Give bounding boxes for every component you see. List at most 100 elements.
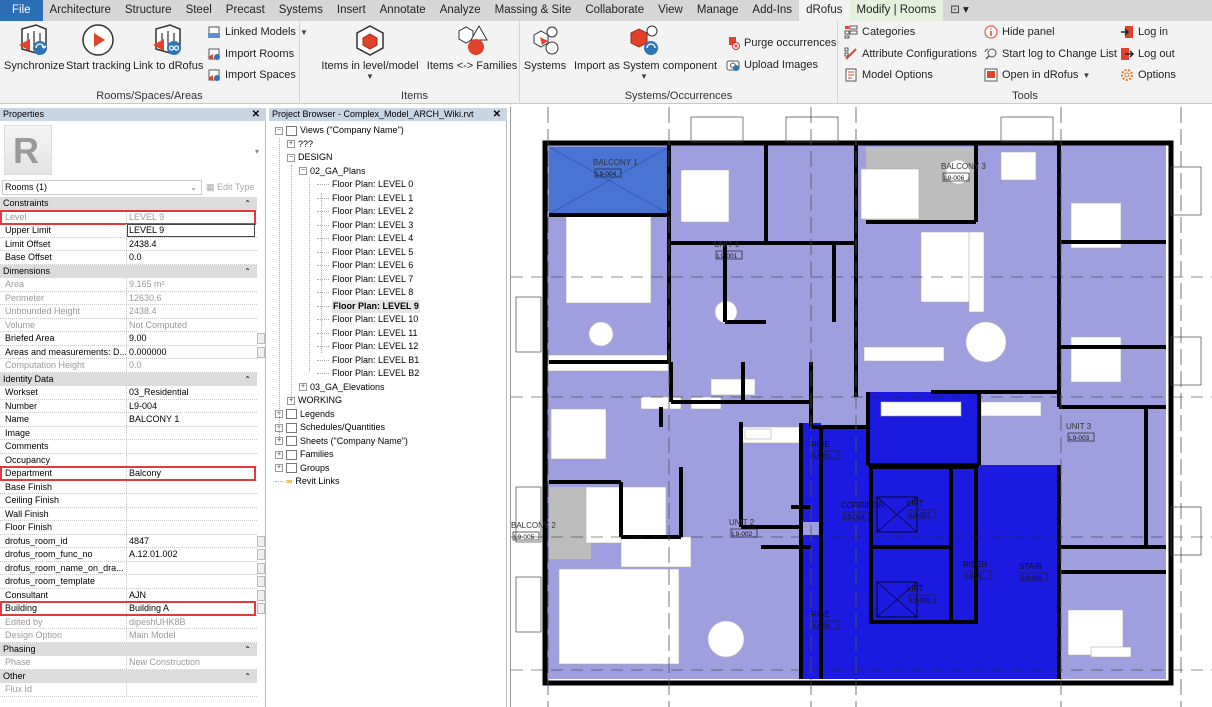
property-side-button[interactable] [257, 589, 265, 601]
tab-annotate[interactable]: Annotate [373, 0, 433, 21]
tab-modify-rooms[interactable]: Modify | Rooms [849, 0, 944, 21]
import-system-component-button[interactable]: Import as System component ▼ [574, 23, 717, 81]
browser-node[interactable]: Floor Plan: LEVEL 1 [317, 192, 413, 205]
upload-images-button[interactable]: Upload Images [726, 58, 818, 72]
browser-node[interactable]: + Families [275, 448, 334, 461]
floor-plan-drawing[interactable]: BALCONY 1 L9-004 BALCONY 3 L9-006 UNIT 1 L9-0… [511, 107, 1212, 707]
attribute-configurations-button[interactable]: Attribute Configurations [844, 47, 977, 61]
close-icon[interactable]: ✕ [252, 108, 260, 121]
property-value[interactable]: L9-004 [127, 400, 257, 413]
close-icon[interactable]: ✕ [493, 108, 501, 121]
tab-systems[interactable]: Systems [272, 0, 330, 21]
property-value[interactable] [127, 521, 257, 534]
property-group-dimensions[interactable]: Dimensions ⌃ [0, 264, 257, 278]
expand-icon[interactable]: + [275, 464, 283, 472]
browser-node[interactable]: Floor Plan: LEVEL 9 [317, 299, 420, 313]
property-value[interactable]: LEVEL 9 [127, 224, 255, 237]
property-value[interactable]: A.12.01.002 [127, 548, 257, 561]
property-value[interactable] [127, 481, 257, 494]
property-value[interactable]: 0.0 [127, 251, 257, 264]
property-side-button[interactable] [257, 549, 265, 560]
collapse-icon[interactable]: − [287, 153, 295, 162]
browser-node[interactable]: Floor Plan: LEVEL 6 [317, 259, 413, 272]
tab-precast[interactable]: Precast [219, 0, 272, 21]
options-button[interactable]: Options [1120, 68, 1176, 82]
browser-node[interactable]: Floor Plan: LEVEL 10 [317, 313, 418, 326]
import-rooms-button[interactable]: Import Rooms [207, 47, 294, 61]
edit-type-button[interactable]: ▦ Edit Type [206, 180, 254, 195]
collapse-icon[interactable]: ⌃ [244, 643, 251, 656]
browser-node[interactable]: +??? [287, 138, 313, 151]
collapse-icon[interactable]: ⌃ [244, 373, 251, 386]
items-in-level-button[interactable]: Items in level/model ▼ [320, 23, 420, 81]
categories-button[interactable]: Categories [844, 25, 915, 39]
browser-node[interactable]: Floor Plan: LEVEL B2 [317, 367, 419, 380]
property-value[interactable] [127, 575, 257, 588]
expand-icon[interactable]: + [299, 383, 307, 391]
property-side-button[interactable] [257, 562, 265, 574]
items-families-button[interactable]: Items <-> Families [426, 23, 518, 72]
browser-node[interactable]: ∞ Revit Links [275, 475, 339, 488]
synchronize-button[interactable]: Synchronize [4, 23, 65, 72]
open-in-drofus-button[interactable]: Open in dRofus ▼ [984, 68, 1090, 82]
floor-plan-view[interactable]: BALCONY 1 L9-004 BALCONY 3 L9-006 UNIT 1 L9-0… [510, 107, 1212, 707]
collapse-icon[interactable]: ⌃ [244, 670, 251, 683]
property-value[interactable] [127, 454, 257, 467]
log-out-button[interactable]: Log out [1120, 47, 1175, 61]
browser-node[interactable]: − Views ("Company Name") [275, 124, 404, 137]
browser-node[interactable]: + Groups [275, 462, 330, 475]
property-side-button[interactable] [257, 603, 265, 614]
browser-node[interactable]: Floor Plan: LEVEL 8 [317, 286, 413, 299]
property-value[interactable] [127, 562, 257, 575]
browser-node[interactable]: −02_GA_Plans [299, 165, 366, 178]
browser-node[interactable]: + Legends [275, 408, 335, 421]
tab-structure[interactable]: Structure [118, 0, 179, 21]
property-value[interactable] [127, 440, 257, 453]
start-tracking-button[interactable]: Start tracking [66, 23, 131, 72]
browser-node[interactable]: Floor Plan: LEVEL 3 [317, 219, 413, 232]
property-value[interactable] [127, 427, 257, 440]
model-options-button[interactable]: Model Options [844, 68, 933, 82]
browser-node[interactable]: − DESIGN [287, 151, 333, 164]
property-group-phasing[interactable]: Phasing ⌃ [0, 642, 257, 656]
type-selector[interactable]: Rooms (1) ⌄ [2, 180, 202, 195]
tab-[interactable]: ⊡ ▾ [943, 0, 976, 21]
systems-button[interactable]: Systems [522, 23, 568, 72]
property-value[interactable]: 2438.4 [127, 238, 257, 251]
tab-drofus[interactable]: dRofus [799, 0, 850, 21]
property-group-constraints[interactable]: Constraints ⌃ [0, 197, 257, 211]
property-value[interactable]: 4847 [127, 535, 257, 548]
collapse-icon[interactable]: − [275, 126, 283, 135]
property-value[interactable]: Balcony [127, 467, 257, 480]
browser-node[interactable]: Floor Plan: LEVEL 2 [317, 205, 413, 218]
tab-collaborate[interactable]: Collaborate [578, 0, 651, 21]
browser-node[interactable]: Floor Plan: LEVEL B1 [317, 354, 419, 367]
collapse-icon[interactable]: ⌃ [244, 265, 251, 278]
property-side-button[interactable] [257, 535, 265, 547]
type-dropdown-icon[interactable]: ▾ [255, 147, 259, 156]
link-to-drofus-button[interactable]: Link to dRofus [133, 23, 203, 72]
browser-node[interactable]: Floor Plan: LEVEL 12 [317, 340, 418, 353]
tab-massing-site[interactable]: Massing & Site [488, 0, 579, 21]
browser-node[interactable]: Floor Plan: LEVEL 5 [317, 246, 413, 259]
property-value[interactable]: 0.000000 [127, 346, 257, 359]
property-value[interactable]: Building A [127, 602, 257, 615]
import-spaces-button[interactable]: Import Spaces [207, 68, 296, 82]
linked-models-button[interactable]: Linked Models ▼ [207, 25, 308, 39]
browser-node[interactable]: Floor Plan: LEVEL 0 [317, 178, 413, 191]
property-value[interactable]: BALCONY 1 [127, 413, 257, 426]
tab-add-ins[interactable]: Add-Ins [745, 0, 799, 21]
property-value[interactable]: 9.00 [127, 332, 257, 345]
expand-icon[interactable]: + [275, 450, 283, 459]
collapse-icon[interactable]: ⌃ [244, 197, 251, 210]
tab-insert[interactable]: Insert [330, 0, 373, 21]
tab-steel[interactable]: Steel [179, 0, 219, 21]
collapse-icon[interactable]: − [299, 167, 307, 175]
property-side-button[interactable] [257, 333, 265, 344]
start-log-button[interactable]: Start log to Change List [984, 47, 1117, 61]
property-value[interactable]: 03_Residential [127, 386, 257, 399]
property-side-button[interactable] [257, 346, 265, 358]
property-group-other[interactable]: Other ⌃ [0, 669, 257, 683]
purge-occurrences-button[interactable]: Purge occurrences [726, 36, 836, 50]
browser-node[interactable]: Floor Plan: LEVEL 11 [317, 327, 418, 340]
